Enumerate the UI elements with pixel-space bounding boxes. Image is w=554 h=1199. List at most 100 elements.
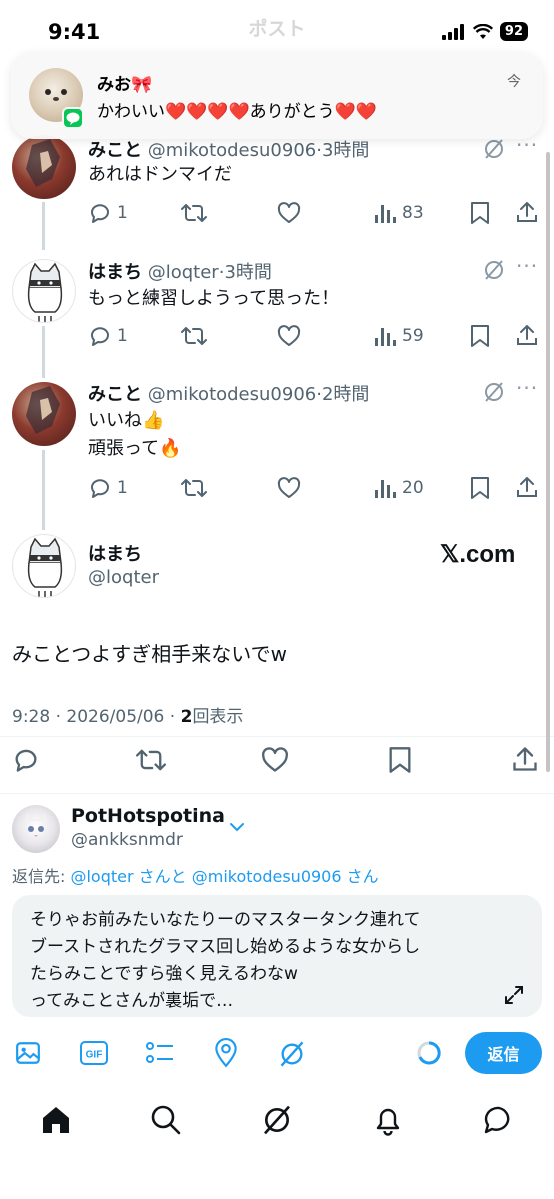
author-name[interactable]: みこと [88,140,142,161]
main-post-author-name[interactable]: はまち [88,540,142,566]
reply-text-area[interactable]: そりゃお前みたいなたりーのマスタータンク連れて ブーストされたグラマス回し始める… [12,895,542,1017]
composer-account-handle[interactable]: @ankksnmdr [71,830,183,850]
author-handle[interactable]: @mikotodesu0906 [148,384,317,405]
reply-to-prefix: 返信先: [12,867,71,886]
repost-icon[interactable] [181,324,207,348]
reply-submit-button[interactable]: 返信 [465,1032,542,1074]
home-icon[interactable] [40,1104,72,1136]
post-text-line: 頑張って🔥 [88,438,182,459]
reply-icon[interactable] [88,476,112,500]
cellular-signal-icon [441,23,464,40]
status-time: 9:41 [48,20,101,44]
like-icon[interactable] [261,746,289,774]
more-icon[interactable]: ··· [516,376,538,400]
expand-icon[interactable] [504,985,524,1005]
search-icon[interactable] [150,1104,182,1136]
share-icon[interactable] [511,745,539,773]
image-icon[interactable] [15,1040,41,1066]
bookmark-icon[interactable] [469,201,491,225]
bookmark-icon[interactable] [387,746,413,774]
battery-indicator: 92 [499,22,528,41]
avatar[interactable] [12,135,76,199]
reply-to-user-link[interactable]: @loqter [70,867,133,886]
main-post-meta: 9:28 · 2026/05/06 · 2回表示 [12,702,243,727]
author-name[interactable]: はまち [88,262,142,283]
main-post-view-count: 2 [180,707,193,727]
reply-icon[interactable] [12,746,40,774]
composer-account-name[interactable]: PotHotspotina [71,805,225,827]
post-time: 2時間 [321,384,370,405]
bell-icon[interactable] [372,1104,404,1136]
scrollbar[interactable] [546,152,550,772]
character-counter-icon [417,1041,441,1065]
post-text-line: いいね👍 [88,410,165,431]
reply-draft-text[interactable]: そりゃお前みたいなたりーのマスタータンク連れて ブーストされたグラマス回し始める… [30,907,510,1015]
author-handle[interactable]: @mikotodesu0906 [148,140,317,161]
divider [0,793,554,794]
post-actions: 1 20 [0,475,554,501]
composer-avatar[interactable] [12,805,60,853]
repost-icon[interactable] [181,201,207,225]
line-app-icon [62,107,84,129]
reply-to-connector[interactable]: さんと [134,867,192,886]
share-icon[interactable] [515,475,539,499]
bookmark-icon[interactable] [469,476,491,500]
draft-line: ブーストされたグラマス回し始めるような女からし [30,937,421,957]
svg-text:GIF: GIF [86,1050,103,1061]
draft-line: そりゃお前みたいなたりーのマスタータンク連れて [30,910,421,930]
grok-icon[interactable] [482,380,506,404]
bookmark-icon[interactable] [469,324,491,348]
repost-icon[interactable] [136,746,166,774]
view-count: 20 [402,478,424,498]
line-notification-banner[interactable]: みお🎀 かわいい❤️❤️❤️❤️ありがとう❤️❤️ 今 [11,53,543,139]
grok-icon[interactable] [482,258,506,282]
view-count: 59 [402,326,424,346]
post-time: 3時間 [224,262,272,283]
reply-count: 1 [117,203,128,223]
messages-icon[interactable] [483,1104,515,1136]
post-author-line[interactable]: みこと @mikotodesu0906·3時間 [88,136,369,162]
share-icon[interactable] [515,323,539,347]
main-post-date: 9:28 · 2026/05/06 · [12,707,181,727]
author-handle[interactable]: @loqter [148,262,219,283]
views-icon[interactable] [374,325,396,347]
view-count: 83 [402,203,424,223]
notification-sender: みお🎀 [97,75,153,95]
like-icon[interactable] [277,201,301,225]
gif-icon[interactable]: GIF [80,1040,108,1066]
post-author-line[interactable]: みこと @mikotodesu0906·2時間 [88,380,369,406]
post-actions: 1 83 [0,200,554,226]
wifi-icon [472,23,493,39]
author-name[interactable]: みこと [88,384,142,405]
location-icon[interactable] [213,1038,239,1068]
main-post-author-handle[interactable]: @loqter [88,567,159,588]
reply-to-user-link[interactable]: @mikotodesu0906 [192,867,342,886]
post-time: 3時間 [321,140,370,161]
views-icon[interactable] [374,202,396,224]
grok-icon[interactable] [482,137,506,161]
reply-count: 1 [117,478,128,498]
poll-icon[interactable] [145,1040,175,1066]
divider [0,736,554,737]
repost-icon[interactable] [181,476,207,500]
status-icons: 92 [441,22,528,41]
notification-message: かわいい❤️❤️❤️❤️ありがとう❤️❤️ [97,102,378,122]
main-post-actions [0,744,554,776]
avatar[interactable] [12,259,76,323]
draft-line: ってみことさんが裏垢で… [30,991,234,1011]
post-author-line[interactable]: はまち @loqter·3時間 [88,258,272,284]
views-icon[interactable] [374,477,396,499]
like-icon[interactable] [277,476,301,500]
reply-to-suffix[interactable]: さん [342,867,379,886]
avatar[interactable] [12,382,76,446]
grok-icon[interactable] [278,1040,306,1068]
main-post-avatar[interactable] [12,534,76,598]
like-icon[interactable] [277,324,301,348]
reply-icon[interactable] [88,324,112,348]
more-icon[interactable]: ··· [516,254,538,278]
reply-icon[interactable] [88,201,112,225]
grok-tab-icon[interactable] [261,1104,293,1136]
chevron-down-icon[interactable] [229,821,245,833]
post-actions: 1 59 [0,323,554,349]
share-icon[interactable] [515,200,539,224]
